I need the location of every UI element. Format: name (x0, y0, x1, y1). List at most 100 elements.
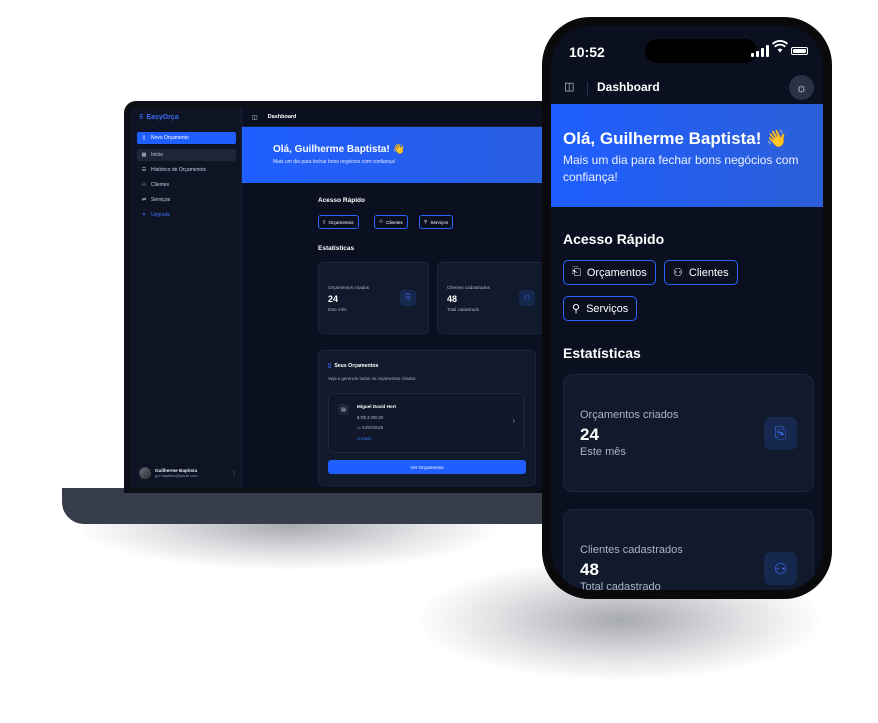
main-content: ◫ Dashboard Olá, Guilherme Baptista! 👋 M… (242, 108, 561, 488)
welcome-title: Olá, Guilherme Baptista! 👋 (273, 144, 405, 155)
status-bar: 10:52 (551, 26, 823, 76)
stat-value: 24 (580, 425, 599, 444)
quick-button-label: Serviços (430, 219, 448, 225)
grid-icon: ▦ (141, 152, 147, 158)
user-info: Guilherme Baptista gui.baptista@gmail.co… (155, 468, 198, 478)
quick-clients-button[interactable]: ⚇ Clientes (664, 260, 738, 285)
quick-services-button[interactable]: ⚲ Serviços (563, 296, 638, 321)
budget-value-text: R$ 3.000,00 (360, 415, 384, 420)
status-badge: enviado (357, 436, 372, 441)
users-icon: ⚇ (379, 219, 384, 224)
brand-name: EasyOrça (146, 114, 179, 121)
sidebar-toggle-icon[interactable]: ◫ (252, 114, 258, 121)
file-export-icon: ⎘ (764, 417, 797, 450)
budget-list-item[interactable]: ▤ Miguel David Hort $ R$ 3.000,00 ▭ 03/0… (328, 393, 524, 453)
more-vertical-icon[interactable]: ⋮ (231, 470, 237, 477)
quick-access-title: Acesso Rápido (318, 197, 365, 204)
users-icon: ⚇ (673, 267, 683, 279)
wrench-icon: ⚲ (424, 219, 428, 224)
users-icon: ⚇ (519, 290, 535, 306)
sparkle-icon: ✦ (141, 212, 147, 218)
welcome-title: Olá, Guilherme Baptista! 👋 (563, 129, 788, 148)
stat-value: 24 (328, 294, 339, 304)
stat-label: Orçamentos criados (328, 285, 370, 290)
budgets-title-text: Seus Orçamentos (334, 362, 379, 369)
sidebar-item-label: Início (151, 152, 163, 158)
quick-services-button[interactable]: ⚲ Serviços (419, 215, 453, 229)
stat-card-budgets: Orçamentos criados 24 Este mês ⎘ (318, 262, 429, 334)
chevron-right-icon[interactable]: › (513, 418, 515, 425)
stats-title: Estatísticas (563, 345, 641, 361)
stat-label: Orçamentos criados (580, 409, 679, 421)
stat-value: 48 (580, 560, 599, 579)
stat-card-clients: Clientes cadastrados 48 Total cadastrado… (437, 262, 548, 334)
budgets-subtitle: Veja e gerencie todos os orçamentos cria… (328, 376, 417, 381)
budget-date: ▭ 03/03/2025 (357, 425, 383, 430)
file-icon: ▯ (328, 363, 332, 369)
quick-button-label: Clientes (688, 266, 729, 279)
user-menu[interactable]: Guilherme Baptista gui.baptista@gmail.co… (139, 465, 237, 481)
stat-label: Clientes cadastrados (447, 285, 490, 290)
sidebar-item-history[interactable]: ☰ Histórico de Orçamentos (137, 164, 236, 176)
battery-icon (791, 47, 808, 55)
sidebar-item-upgrade[interactable]: ✦ Upgrade (137, 209, 236, 221)
file-plus-icon: ▯ (142, 135, 146, 141)
avatar (139, 467, 151, 479)
divider (587, 82, 588, 95)
file-export-icon: ⎘ (400, 290, 416, 306)
stat-sub: Este mês (328, 307, 347, 312)
sidebar-item-label: Clientes (151, 182, 170, 188)
stats-title: Estatísticas (318, 245, 355, 252)
stat-card-clients: Clientes cadastrados 48 Total cadastrado… (563, 509, 814, 590)
sidebar-item-label: Upgrade (151, 212, 171, 218)
quick-budgets-button[interactable]: ⎗ Orçamentos (563, 260, 656, 285)
app-logo-icon: ⠿ (139, 115, 144, 121)
sidebar-item-home[interactable]: ▦ Início (137, 149, 236, 161)
dynamic-island (645, 39, 757, 63)
sidebar-item-services[interactable]: ⇄ Serviços (137, 194, 236, 206)
status-time: 10:52 (569, 44, 605, 60)
mockup-stage: ⠿ EasyOrça ▯ Novo Orçamento ▦ Início ☰ H… (0, 0, 878, 723)
sidebar-toggle-icon[interactable]: ◫ (564, 80, 574, 93)
view-budgets-button[interactable]: Ver Orçamentos (328, 460, 526, 474)
quick-clients-button[interactable]: ⚇ Clientes (374, 215, 408, 229)
stat-value: 48 (447, 294, 458, 304)
phone-screen: 10:52 ◫ Dashboard ☼ Olá, Guilherme Bapti… (551, 26, 823, 590)
laptop-screen: ⠿ EasyOrça ▯ Novo Orçamento ▦ Início ☰ H… (131, 108, 561, 488)
sidebar-item-new-budget[interactable]: ▯ Novo Orçamento (137, 132, 236, 144)
stat-card-budgets: Orçamentos criados 24 Este mês ⎘ (563, 374, 814, 492)
sun-icon[interactable]: ☼ (789, 75, 814, 100)
stat-sub: Total cadastrado (580, 581, 661, 590)
client-name: Miguel David Hort (357, 404, 397, 409)
budget-value: $ R$ 3.000,00 (357, 415, 383, 420)
tools-icon: ⇄ (141, 197, 147, 203)
welcome-banner: Olá, Guilherme Baptista! 👋 Mais um dia p… (242, 127, 561, 183)
signal-icon (751, 45, 769, 57)
page-title: Dashboard (597, 80, 660, 94)
user-email: gui.baptista@gmail.com (155, 473, 198, 478)
stat-sub: Este mês (580, 446, 626, 458)
quick-button-label: Clientes (386, 219, 403, 225)
users-icon: ⚇ (764, 552, 797, 585)
laptop-base (62, 488, 582, 524)
stat-sub: Total cadastrado (447, 307, 480, 312)
users-icon: ⚇ (141, 182, 147, 188)
quick-button-label: Orçamentos (328, 219, 354, 225)
sidebar-item-label: Novo Orçamento (151, 135, 189, 141)
sidebar-item-clients[interactable]: ⚇ Clientes (137, 179, 236, 191)
wifi-icon (771, 40, 789, 56)
budgets-panel: ▯ Seus Orçamentos Veja e gerencie todos … (318, 350, 536, 486)
sidebar-item-label: Serviços (151, 197, 171, 203)
brand-logo[interactable]: ⠿ EasyOrça (139, 114, 179, 121)
sidebar: ⠿ EasyOrça ▯ Novo Orçamento ▦ Início ☰ H… (131, 108, 242, 488)
page-title: Dashboard (267, 114, 297, 120)
welcome-banner: Olá, Guilherme Baptista! 👋 Mais um dia p… (551, 104, 823, 207)
stat-label: Clientes cadastrados (580, 544, 683, 556)
document-icon: ▤ (338, 404, 349, 415)
file-icon: ⎗ (572, 266, 581, 278)
quick-budgets-button[interactable]: ▯ Orçamentos (318, 215, 359, 229)
wrench-icon: ⚲ (572, 303, 581, 315)
welcome-subtitle: Mais um dia para fechar bons negócios co… (273, 159, 396, 165)
budgets-title: ▯ Seus Orçamentos (328, 362, 379, 370)
sidebar-item-label: Histórico de Orçamentos (151, 167, 207, 173)
